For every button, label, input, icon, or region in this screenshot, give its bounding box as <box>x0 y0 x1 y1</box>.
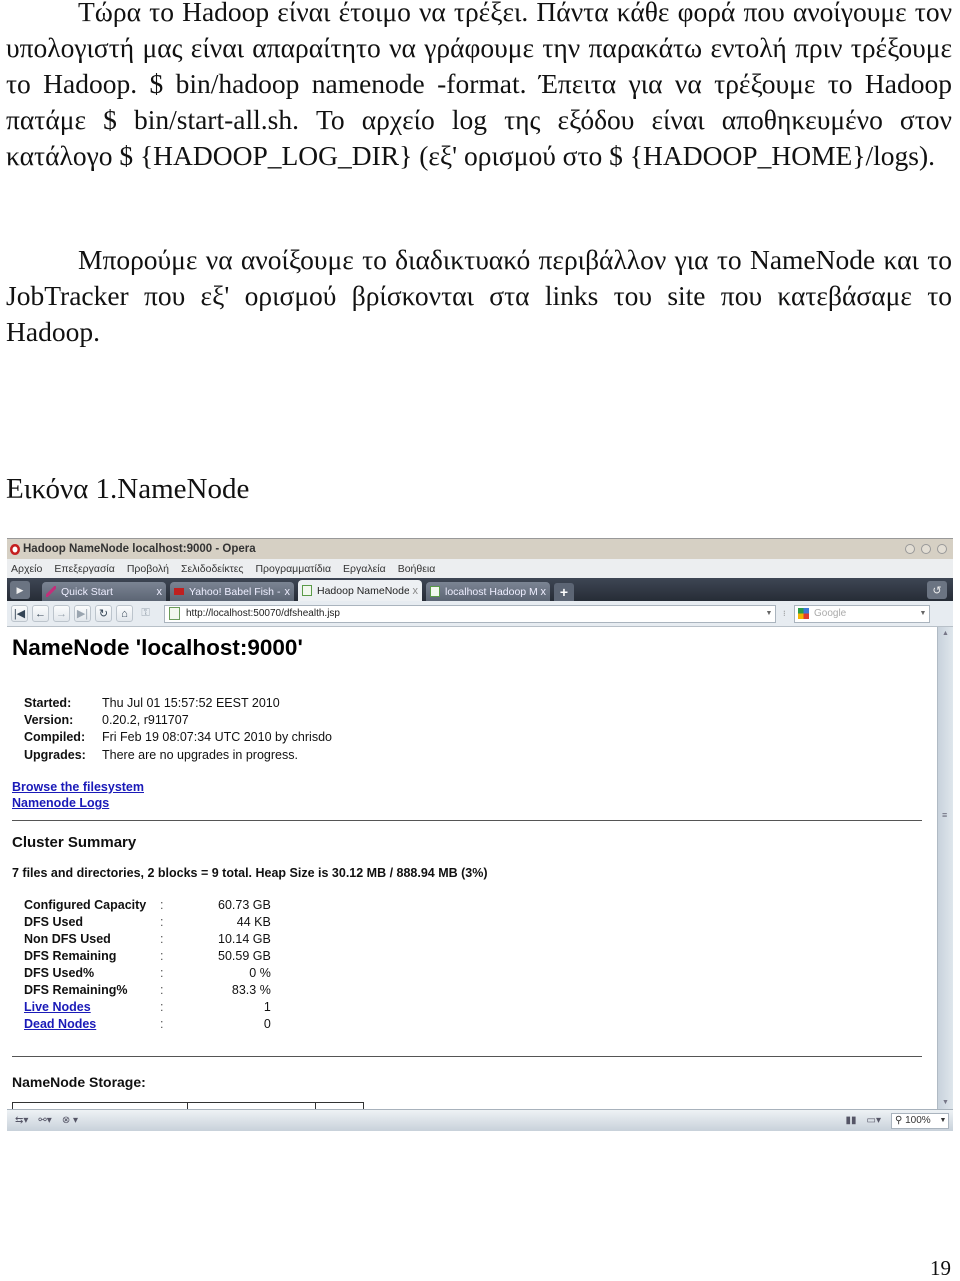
scroll-down-arrow-icon[interactable]: ▼ <box>938 1096 953 1110</box>
chevron-down-icon[interactable]: ▼ <box>763 610 775 617</box>
paragraph-1-text: Τώρα το Hadoop είναι έτοιμο να τρέξει. Π… <box>6 0 952 171</box>
close-tab-icon[interactable]: x <box>541 586 547 598</box>
scroll-grip-icon[interactable]: ≡ <box>942 811 947 820</box>
search-input[interactable]: Google ▼ <box>794 604 930 623</box>
page-icon <box>169 607 180 620</box>
address-bar[interactable]: http://localhost:50070/dfshealth.jsp ▼ <box>164 604 776 623</box>
browse-filesystem-link[interactable]: Browse the filesystem <box>12 779 144 795</box>
summary-row: DFS Used%:0 % <box>24 965 271 980</box>
window-title: Hadoop NameNode localhost:9000 - Opera <box>23 543 256 555</box>
zoom-selector[interactable]: ⚲ 100% ▼ <box>891 1112 949 1129</box>
summary-row: DFS Remaining%:83.3 % <box>24 982 271 997</box>
tab-hadoop-map-reduce[interactable]: localhost Hadoop Ma... x <box>426 582 550 601</box>
info-row: Version: 0.20.2, r911707 <box>24 712 189 727</box>
url-text[interactable]: http://localhost:50070/dfshealth.jsp <box>186 608 340 619</box>
chevron-down-icon[interactable]: ▼ <box>917 610 929 617</box>
summary-row: Non DFS Used:10.14 GB <box>24 931 271 946</box>
speed-dial-icon[interactable]: ⊗ ▾ <box>62 1115 78 1126</box>
summary-row: Dead Nodes:0 <box>24 1016 271 1031</box>
reload-button[interactable]: ↻ <box>95 605 112 622</box>
maximize-button[interactable] <box>921 544 931 554</box>
summary-row: DFS Used:44 KB <box>24 914 271 929</box>
paragraph-hadoop-setup: Τώρα το Hadoop είναι έτοιμο να τρέξει. Π… <box>6 0 952 174</box>
quill-icon <box>46 586 56 597</box>
status-bar: ⇆▾ ⚯▾ ⊗ ▾ ▮▮ ▭▾ ⚲ 100% ▼ <box>7 1109 953 1131</box>
page-icon <box>430 586 440 597</box>
page-icon <box>302 585 312 596</box>
vertical-scrollbar[interactable]: ▲ ≡ ▼ <box>937 627 953 1110</box>
back-button[interactable]: ← <box>32 605 49 622</box>
info-row: Compiled: Fri Feb 19 08:07:34 UTC 2010 by… <box>24 730 332 745</box>
navigation-bar: |◀ ← → ▶| ↻ ⌂ ⚿ http://localhost:50070/d… <box>7 601 953 627</box>
divider <box>12 1056 922 1057</box>
new-tab-button[interactable]: + <box>554 583 574 601</box>
summary-row: DFS Remaining:50.59 GB <box>24 948 271 963</box>
tab-hadoop-namenode[interactable]: Hadoop NameNode l... x <box>298 580 422 601</box>
page-content: NameNode 'localhost:9000' Started: Thu Ju… <box>7 627 935 1110</box>
page-number: 19 <box>930 1256 951 1280</box>
chevron-down-icon[interactable]: ▼ <box>938 1117 948 1124</box>
image-view-icon[interactable]: ▭▾ <box>867 1115 881 1126</box>
summary-row: Live Nodes:1 <box>24 999 271 1014</box>
title-bar: Hadoop NameNode localhost:9000 - Opera <box>7 539 953 559</box>
dead-nodes-link[interactable]: Dead Nodes <box>24 1017 96 1031</box>
yahoo-icon <box>174 588 184 595</box>
rewind-button[interactable]: |◀ <box>11 605 28 622</box>
closed-tabs-trash-icon[interactable]: ↺ <box>927 581 947 599</box>
info-row: Started: Thu Jul 01 15:57:52 EEST 2010 <box>24 695 280 710</box>
resize-handle[interactable]: ⁝ <box>783 609 787 618</box>
namenode-storage-heading: NameNode Storage: <box>12 1074 146 1090</box>
paragraph-2-text: Μπορούμε να ανοίξουμε το διαδικτυακό περ… <box>6 244 952 347</box>
menu-help[interactable]: Βοήθεια <box>398 563 436 575</box>
cluster-summary-line: 7 files and directories, 2 blocks = 9 to… <box>12 866 488 880</box>
network-icon[interactable]: ⇆▾ <box>15 1115 28 1126</box>
security-key-icon: ⚿ <box>141 607 150 619</box>
menu-tools[interactable]: Εργαλεία <box>343 563 386 575</box>
figure-caption: Εικόνα 1.NameNode <box>6 473 250 505</box>
close-tab-icon[interactable]: x <box>157 586 163 598</box>
google-icon <box>798 608 809 619</box>
paragraph-web-interface: Μπορούμε να ανοίξουμε το διαδικτυακό περ… <box>6 242 952 350</box>
tab-yahoo-babel-fish[interactable]: Yahoo! Babel Fish - T... x <box>170 582 294 601</box>
tab-bar: ▶ Quick Start x Yahoo! Babel Fish - T...… <box>7 578 953 601</box>
menu-bar: Αρχείο Επεξεργασία Προβολή Σελιδοδείκτες… <box>7 559 953 578</box>
live-nodes-link[interactable]: Live Nodes <box>24 1000 91 1014</box>
tab-quick-start[interactable]: Quick Start x <box>42 582 166 601</box>
info-row: Upgrades: There are no upgrades in progre… <box>24 747 298 762</box>
close-tab-icon[interactable]: x <box>285 586 291 598</box>
cluster-summary-heading: Cluster Summary <box>12 834 137 851</box>
magnifier-icon: ⚲ <box>895 1115 906 1126</box>
namenode-info-table: Started: Thu Jul 01 15:57:52 EEST 2010 Ve… <box>24 694 332 763</box>
panel-icon[interactable]: ▮▮ <box>846 1115 857 1126</box>
divider <box>12 820 922 821</box>
minimize-button[interactable] <box>905 544 915 554</box>
menu-view[interactable]: Προβολή <box>127 563 169 575</box>
browser-window: Hadoop NameNode localhost:9000 - Opera Α… <box>7 538 953 1131</box>
cluster-summary-table: Configured Capacity:60.73 GB DFS Used:44… <box>24 896 271 1032</box>
search-placeholder: Google <box>814 608 847 619</box>
home-button[interactable]: ⌂ <box>116 605 133 622</box>
forward-button[interactable]: → <box>53 605 70 622</box>
menu-edit[interactable]: Επεξεργασία <box>54 563 115 575</box>
unite-icon[interactable]: ⚯▾ <box>38 1115 51 1126</box>
close-window-button[interactable] <box>937 544 947 554</box>
menu-file[interactable]: Αρχείο <box>11 563 42 575</box>
namenode-logs-link[interactable]: Namenode Logs <box>12 795 144 811</box>
zoom-level: 100% <box>905 1115 931 1126</box>
fast-forward-button[interactable]: ▶| <box>74 605 91 622</box>
menu-bookmarks[interactable]: Σελιδοδείκτες <box>181 563 243 575</box>
scroll-up-arrow-icon[interactable]: ▲ <box>938 627 953 641</box>
page-title: NameNode 'localhost:9000' <box>12 635 303 660</box>
close-tab-icon[interactable]: x <box>413 585 419 597</box>
opera-logo-icon <box>10 543 20 555</box>
menu-widgets[interactable]: Προγραμματίδια <box>255 563 331 575</box>
panel-toggle-button[interactable]: ▶ <box>10 581 30 599</box>
summary-row: Configured Capacity:60.73 GB <box>24 897 271 912</box>
